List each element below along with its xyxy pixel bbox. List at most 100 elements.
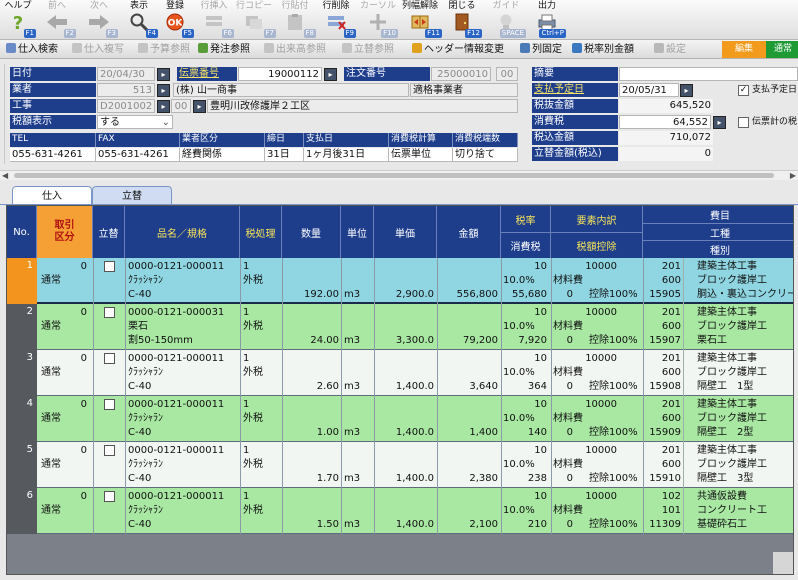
toolbar-label: 行貼付 bbox=[281, 1, 309, 11]
toolbar-ok-button[interactable]: 登録 OK F5 bbox=[158, 0, 194, 40]
element-code: 10000 bbox=[585, 353, 617, 364]
horizontal-scrollbar[interactable]: ◀ ▶ bbox=[0, 170, 798, 180]
toolbar2-settings-button: 設定 bbox=[654, 42, 686, 57]
slip-no-lookup-button[interactable]: ▸ bbox=[324, 68, 337, 81]
grid-empty-area bbox=[7, 534, 793, 574]
item-name: ｸﾗｯｼｬﾗﾝ bbox=[128, 459, 163, 470]
tatekae-checkbox[interactable] bbox=[104, 399, 115, 410]
amount: 3,640 bbox=[469, 381, 498, 392]
function-key-badge: F12 bbox=[465, 29, 482, 38]
memo-label: 摘要 bbox=[532, 67, 618, 81]
toolbar-search-button[interactable]: 表示 F4 bbox=[122, 0, 158, 40]
row-number[interactable]: 2 bbox=[7, 304, 37, 350]
slip-no-field[interactable]: 19000112 bbox=[238, 67, 322, 81]
table-row[interactable]: 4 0 通常 0000-0121-000011 ｸﾗｯｼｬﾗﾝ C-40 1 外税 1.00 m3… bbox=[7, 396, 793, 442]
toolbar-label: 表示 bbox=[129, 1, 148, 11]
tatekae-checkbox[interactable] bbox=[104, 261, 115, 272]
row-number[interactable]: 6 bbox=[7, 488, 37, 534]
work-sub-lookup-button[interactable]: ▸ bbox=[193, 100, 206, 113]
info-value-4: 1ヶ月後31日 bbox=[304, 148, 389, 162]
toolbar2-column-lock-button[interactable]: 列固定 bbox=[520, 42, 562, 57]
tab-advance[interactable]: 立替 bbox=[92, 186, 172, 205]
vendor-code-field[interactable]: 513 bbox=[97, 83, 155, 97]
date-field[interactable]: 20/04/30 bbox=[97, 67, 155, 81]
tatekae-checkbox[interactable] bbox=[104, 491, 115, 502]
function-key-badge: F2 bbox=[63, 29, 76, 38]
tax-rate: 10.0% bbox=[503, 321, 535, 332]
slip-no-label: 伝票番号 bbox=[177, 67, 237, 81]
cell-divider bbox=[125, 258, 126, 304]
table-row[interactable]: 6 0 通常 0000-0121-000011 ｸﾗｯｼｬﾗﾝ C-40 1 外税 1.50 m3… bbox=[7, 488, 793, 534]
toolbar-row-delete-button[interactable]: 行削除 F9 bbox=[318, 0, 356, 40]
tax-display-select[interactable]: する ⌄ bbox=[97, 115, 173, 129]
table-row[interactable]: 1 0 通常 0000-0121-000011 ｸﾗｯｼｬﾗﾝ C-40 1 外税 192.00… bbox=[7, 258, 793, 304]
amount: 556,800 bbox=[456, 289, 498, 300]
toolbar2-search-button[interactable]: 仕入検索 bbox=[6, 42, 58, 57]
deduction: 控除100% bbox=[589, 473, 638, 484]
toolbar2-header-edit-button[interactable]: ヘッダー情報変更 bbox=[412, 42, 504, 57]
toolbar-close-door-button[interactable]: 閉じる F12 bbox=[444, 0, 482, 40]
process-name: ブロック護岸工 bbox=[697, 459, 767, 470]
row-number[interactable]: 4 bbox=[7, 396, 37, 442]
row-number[interactable]: 1 bbox=[7, 258, 37, 304]
scroll-right-arrow-icon[interactable]: ▶ bbox=[790, 171, 796, 180]
normal-mode-button[interactable]: 通常 bbox=[766, 41, 798, 58]
slip-tax-checkbox[interactable] bbox=[738, 117, 749, 128]
cell-divider bbox=[240, 350, 241, 396]
function-key-badge: F4 bbox=[145, 29, 158, 38]
toolbar2-order-button[interactable]: 発注参照 bbox=[198, 42, 250, 57]
tax-amount-field[interactable]: 64,552 bbox=[619, 115, 711, 129]
toolbar-label: 前へ bbox=[47, 1, 66, 11]
toolbar-label: 出力 bbox=[537, 1, 556, 11]
pay-due-checkbox[interactable]: ✓ bbox=[738, 85, 749, 96]
element-name: 材料費 bbox=[553, 275, 583, 286]
scroll-left-arrow-icon[interactable]: ◀ bbox=[2, 171, 8, 180]
tax-lookup-button[interactable]: ▸ bbox=[713, 116, 726, 129]
info-header-6: 消費税端数 bbox=[453, 133, 518, 147]
row-number[interactable]: 3 bbox=[7, 350, 37, 396]
order-no-sub-field[interactable]: 00 bbox=[496, 67, 518, 81]
excl-amount: 645,520 bbox=[619, 99, 713, 113]
kbn-name: 通常 bbox=[41, 505, 61, 516]
consumption-tax: 55,680 bbox=[512, 289, 547, 300]
tatekae-checkbox[interactable] bbox=[104, 307, 115, 318]
col-cost-label: 費目 bbox=[710, 211, 730, 222]
chevron-down-icon: ⌄ bbox=[161, 117, 170, 128]
consumption-tax: 364 bbox=[527, 381, 547, 392]
toolbar-help-button[interactable]: ヘルプ? F1 bbox=[2, 0, 36, 40]
memo-field[interactable] bbox=[619, 67, 798, 81]
cell-divider bbox=[374, 258, 375, 304]
scroll-thumb[interactable] bbox=[14, 173, 774, 178]
date-lookup-button[interactable]: ▸ bbox=[157, 68, 170, 81]
pay-due-lookup-button[interactable]: ▸ bbox=[680, 84, 693, 97]
work-sub-field[interactable]: 00 bbox=[171, 99, 191, 113]
edit-mode-button[interactable]: 編集 bbox=[722, 41, 766, 58]
toolbar-printer-button[interactable]: 出力 Ctrl+P bbox=[530, 0, 566, 40]
pay-due-field[interactable]: 20/05/31 bbox=[619, 83, 679, 97]
tatekae-checkbox[interactable] bbox=[104, 353, 115, 364]
tatekae-checkbox[interactable] bbox=[104, 445, 115, 456]
toolbar-column-width-button[interactable]: 列幅解除 F11 bbox=[400, 0, 442, 40]
table-row[interactable]: 5 0 通常 0000-0121-000011 ｸﾗｯｼｬﾗﾝ C-40 1 外税 1.70 m3… bbox=[7, 442, 793, 488]
tab-purchase[interactable]: 仕入 bbox=[12, 186, 92, 205]
work-lookup-button[interactable]: ▸ bbox=[157, 100, 170, 113]
process-code: 101 bbox=[661, 505, 681, 516]
date-label: 日付 bbox=[10, 67, 96, 81]
price: 1,400.0 bbox=[395, 381, 434, 392]
amount: 1,400 bbox=[469, 427, 498, 438]
vendor-lookup-button[interactable]: ▸ bbox=[157, 84, 170, 97]
tax-code: 1 bbox=[243, 445, 250, 456]
table-row[interactable]: 2 0 通常 0000-0121-000031 栗石 割50-150mm 1 外税 24.00 m… bbox=[7, 304, 793, 350]
row-number[interactable]: 5 bbox=[7, 442, 37, 488]
work-code-field[interactable]: D2001002 bbox=[97, 99, 155, 113]
col-kbn: 取引 区分 bbox=[37, 206, 93, 258]
cell-divider bbox=[437, 350, 438, 396]
cell-divider bbox=[240, 396, 241, 442]
cell-divider bbox=[501, 258, 502, 304]
toolbar2-tax-rate-button[interactable]: 税率別金額 bbox=[572, 42, 634, 57]
cell-divider bbox=[683, 442, 684, 488]
cell-divider bbox=[643, 350, 644, 396]
cell-divider bbox=[437, 488, 438, 534]
order-no-field[interactable]: 25000010 bbox=[431, 67, 491, 81]
table-row[interactable]: 3 0 通常 0000-0121-000011 ｸﾗｯｼｬﾗﾝ C-40 1 外税 2.60 m3… bbox=[7, 350, 793, 396]
